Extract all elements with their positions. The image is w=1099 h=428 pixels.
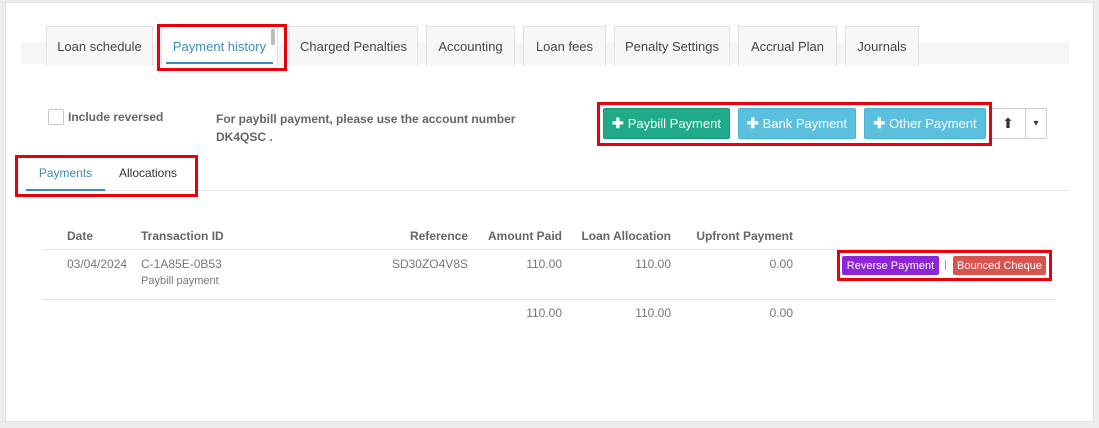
tab-label: Loan schedule — [57, 39, 142, 54]
column-header-amount-paid: Amount Paid — [488, 229, 562, 243]
column-header-date: Date — [67, 229, 94, 243]
tab-label: Journals — [857, 39, 907, 54]
column-header-reference: Reference — [409, 229, 468, 243]
cell-transaction-id: C-1A85E-0B53 — [141, 257, 222, 271]
upload-icon: ⬆ — [1002, 115, 1014, 131]
include-reversed-checkbox[interactable] — [48, 109, 64, 125]
button-label: Other Payment — [889, 116, 977, 131]
bounced-cheque-button[interactable]: Bounced Cheque — [953, 256, 1046, 275]
tab-accounting[interactable]: Accounting — [426, 26, 515, 66]
active-tab-indicator — [166, 62, 273, 64]
button-label: Bank Payment — [762, 116, 848, 131]
bank-payment-button[interactable]: ✚ Bank Payment — [738, 108, 856, 139]
cell-reference: SD30ZO4V8S — [391, 257, 468, 271]
action-separator: | — [944, 259, 947, 271]
table-row-divider — [43, 299, 1056, 300]
tab-label: Charged Penalties — [300, 39, 407, 54]
tab-label: Loan fees — [535, 39, 594, 54]
paybill-payment-button[interactable]: ✚ Paybill Payment — [603, 108, 730, 139]
reverse-payment-button[interactable]: Reverse Payment — [842, 256, 939, 275]
cell-date: 03/04/2024 — [67, 257, 128, 271]
subtab-label: Payments — [38, 166, 93, 180]
caret-down-icon: ▾ — [1033, 118, 1039, 129]
subtab-allocations[interactable]: Allocations — [108, 160, 188, 191]
tab-charged-penalties[interactable]: Charged Penalties — [289, 26, 418, 66]
export-button[interactable]: ⬆ — [990, 108, 1026, 139]
tab-scroll-marker — [271, 29, 275, 45]
tab-penalty-settings[interactable]: Penalty Settings — [614, 26, 730, 66]
cell-amount-paid: 110.00 — [526, 257, 562, 271]
tab-label: Payment history — [172, 39, 267, 54]
column-header-transaction-id: Transaction ID — [141, 229, 224, 243]
tab-label: Accounting — [438, 39, 503, 54]
other-payment-button[interactable]: ✚ Other Payment — [864, 108, 986, 139]
tab-journals[interactable]: Journals — [845, 26, 919, 66]
cell-payment-method: Paybill payment — [141, 275, 219, 287]
tab-label: Penalty Settings — [625, 39, 719, 54]
total-loan-allocation: 110.00 — [635, 306, 671, 320]
cell-loan-allocation: 110.00 — [635, 257, 671, 271]
tab-payment-history[interactable]: Payment history — [161, 26, 278, 66]
plus-icon: ✚ — [873, 115, 886, 131]
export-dropdown-toggle[interactable]: ▾ — [1025, 108, 1047, 139]
include-reversed-row: Include reversed — [48, 109, 163, 125]
table-header-divider — [43, 249, 1056, 250]
tab-accrual-plan[interactable]: Accrual Plan — [738, 26, 837, 66]
tab-loan-fees[interactable]: Loan fees — [523, 26, 606, 66]
column-header-loan-allocation: Loan Allocation — [581, 229, 671, 243]
cell-upfront-payment: 0.00 — [769, 257, 793, 271]
include-reversed-label: Include reversed — [68, 110, 164, 124]
plus-icon: ✚ — [746, 115, 759, 131]
plus-icon: ✚ — [612, 115, 624, 131]
subtab-payments[interactable]: Payments — [26, 160, 105, 191]
column-header-upfront-payment: Upfront Payment — [696, 229, 793, 243]
subtab-label: Allocations — [118, 166, 178, 180]
button-label: Paybill Payment — [627, 116, 721, 131]
total-upfront-payment: 0.00 — [769, 306, 793, 320]
tab-loan-schedule[interactable]: Loan schedule — [46, 26, 153, 66]
paybill-account-note: For paybill payment, please use the acco… — [216, 112, 516, 144]
tab-label: Accrual Plan — [751, 39, 824, 54]
total-amount-paid: 110.00 — [526, 306, 562, 320]
